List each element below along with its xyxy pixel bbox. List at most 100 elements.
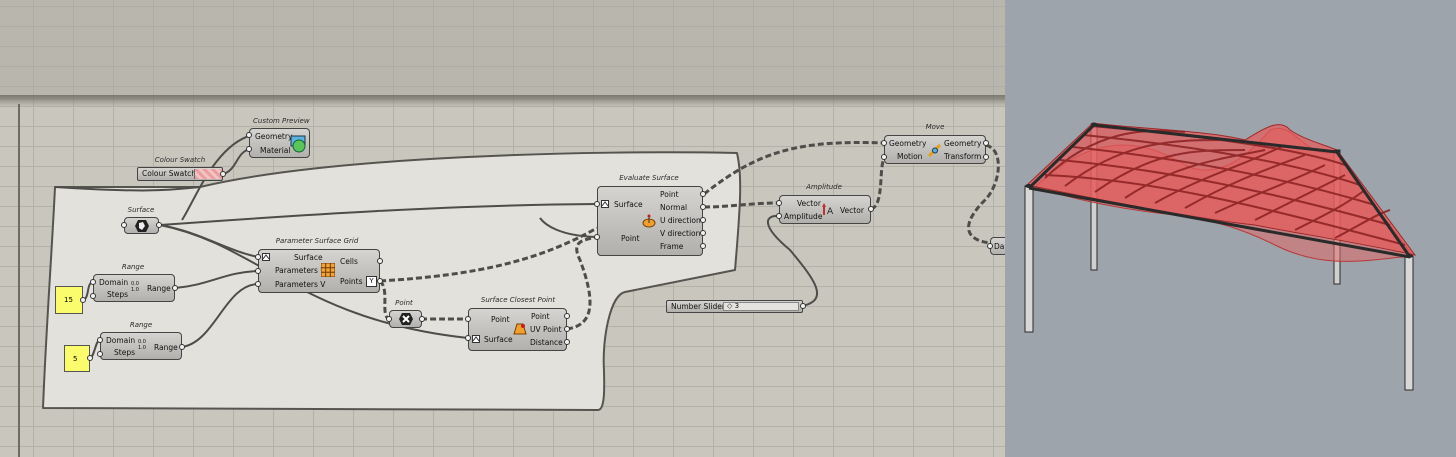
range2-component[interactable]: Domain Steps 0.0 1.0 Range (100, 332, 182, 360)
grid-output-cells: Cells (340, 257, 358, 266)
closest-point-icon (513, 323, 527, 335)
range1-output-range: Range (147, 284, 171, 293)
colour-swatch-title: Colour Swatch (154, 156, 206, 164)
port[interactable] (564, 339, 570, 345)
range1-component[interactable]: Domain Steps 0.0 1.0 Range (93, 274, 175, 302)
custom-preview-title: Custom Preview (253, 117, 310, 125)
move-icon (928, 144, 942, 157)
move-output-geometry: Geometry (944, 139, 982, 148)
port[interactable] (700, 217, 706, 223)
port[interactable] (386, 316, 392, 322)
port[interactable] (987, 243, 993, 249)
evaluate-output-u-direction: U direction (660, 216, 701, 225)
port[interactable] (255, 281, 261, 287)
port[interactable] (800, 303, 806, 309)
closest-point-title: Surface Closest Point (480, 296, 556, 304)
amplitude-output-vector: Vector (840, 206, 864, 215)
grid-input-params-v: Parameters V (275, 280, 326, 289)
port[interactable] (179, 344, 185, 350)
port[interactable] (564, 313, 570, 319)
param-surface-grid-component[interactable]: Surface Parameters U Parameters V Cells … (258, 249, 380, 293)
range1-input-steps: Steps (107, 290, 128, 299)
surface-param-component[interactable] (124, 217, 159, 234)
move-component[interactable]: Geometry Motion Geometry Transform (884, 135, 986, 164)
evaluate-input-surface: Surface (614, 200, 643, 209)
surface-closest-point-component[interactable]: Point Surface Point UV Point Distance (468, 308, 567, 351)
closest-output-uv: UV Point (530, 325, 562, 334)
port[interactable] (881, 140, 887, 146)
port[interactable] (465, 335, 471, 341)
port[interactable] (868, 206, 874, 212)
port[interactable] (594, 234, 600, 240)
preview-icon (290, 135, 306, 153)
port[interactable] (220, 171, 226, 177)
port[interactable] (246, 146, 252, 152)
port[interactable] (121, 222, 127, 228)
evaluate-surface-title: Evaluate Surface (619, 174, 679, 182)
port[interactable] (419, 316, 425, 322)
port[interactable] (776, 213, 782, 219)
range1-icon-text: 0.0 1.0 (131, 281, 139, 293)
point-title: Point (395, 299, 413, 307)
svg-text:A: A (827, 207, 834, 216)
evaluate-output-point: Point (660, 190, 679, 199)
range2-icon-text: 0.0 1.0 (138, 339, 146, 351)
port[interactable] (377, 258, 383, 264)
port[interactable] (465, 316, 471, 322)
wire-slider-amplitude (766, 214, 819, 307)
port[interactable] (983, 140, 989, 146)
surface-title: Surface (127, 206, 155, 214)
surface-hexagon-icon (135, 220, 149, 232)
port[interactable] (564, 326, 570, 332)
port[interactable] (255, 268, 261, 274)
amplitude-component[interactable]: Vector Amplitude A Vector (779, 195, 871, 224)
range1-title: Range (121, 263, 145, 271)
port[interactable] (97, 337, 103, 343)
port[interactable] (80, 297, 86, 303)
range2-output-range: Range (154, 343, 178, 352)
port[interactable] (881, 154, 887, 160)
port[interactable] (700, 243, 706, 249)
port[interactable] (700, 230, 706, 236)
port[interactable] (87, 355, 93, 361)
range2-input-steps: Steps (114, 348, 135, 357)
wire-colour-preview (222, 148, 253, 175)
port[interactable] (377, 278, 383, 284)
point-param-component[interactable] (389, 310, 422, 328)
custom-preview-component[interactable]: Geometry Material (249, 128, 310, 158)
input-material: Material (260, 146, 291, 155)
evaluate-input-point: Point (621, 234, 640, 243)
port[interactable] (700, 191, 706, 197)
closest-output-distance: Distance (530, 338, 563, 347)
colour-swatch-component[interactable]: Colour Swatch (137, 167, 223, 181)
colour-swatch-color[interactable] (194, 169, 222, 179)
range1-input-domain: Domain (99, 278, 129, 287)
port[interactable] (255, 254, 261, 260)
port[interactable] (700, 204, 706, 210)
number-slider-track[interactable]: ◇ 3 (723, 302, 799, 311)
rhino-3d-viewport[interactable] (1005, 0, 1456, 457)
port[interactable] (594, 201, 600, 207)
port[interactable] (97, 351, 103, 357)
grid-input-params-u: Parameters U (275, 266, 326, 275)
number-slider-value[interactable]: ◇ 3 (727, 302, 739, 311)
range2-title: Range (129, 321, 153, 329)
move-title: Move (925, 123, 945, 131)
amplitude-icon: A (822, 203, 834, 216)
graft-flag-icon: Y (366, 276, 377, 287)
port[interactable] (776, 200, 782, 206)
viewport-geometry (1024, 122, 1417, 391)
panel-15[interactable]: 15 (55, 286, 83, 314)
port[interactable] (246, 132, 252, 138)
port[interactable] (90, 293, 96, 299)
port[interactable] (156, 222, 162, 228)
port[interactable] (90, 279, 96, 285)
move-input-motion: Motion (897, 152, 923, 161)
number-slider-component[interactable]: Number Slider ◇ 3 (666, 300, 803, 313)
port[interactable] (983, 154, 989, 160)
param-grid-title: Parameter Surface Grid (275, 237, 359, 245)
range2-input-domain: Domain (106, 336, 136, 345)
evaluate-surface-component[interactable]: Surface Point Point Normal U direction V… (597, 186, 703, 256)
grid-output-points: Points (340, 277, 363, 286)
port[interactable] (172, 285, 178, 291)
